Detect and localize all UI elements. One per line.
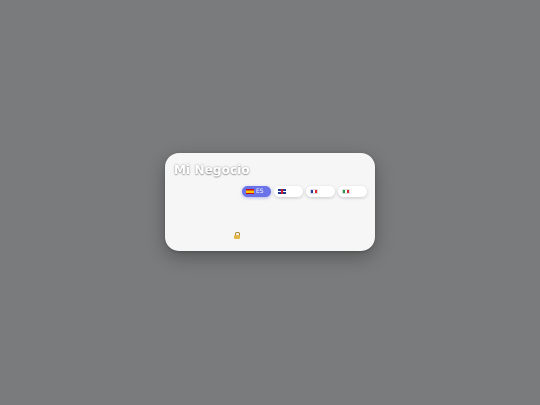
- language-option-fr[interactable]: [306, 186, 335, 197]
- secure-note: [234, 232, 243, 239]
- language-label: ES: [256, 187, 264, 195]
- lock-icon: [234, 232, 240, 239]
- uk-flag-icon: [278, 189, 286, 194]
- language-option-en[interactable]: [274, 186, 303, 197]
- language-selector: ES: [242, 186, 367, 197]
- italy-flag-icon: [342, 189, 350, 194]
- language-option-it[interactable]: [338, 186, 367, 197]
- language-option-es[interactable]: ES: [242, 186, 271, 197]
- france-flag-icon: [310, 189, 318, 194]
- spain-flag-icon: [246, 189, 254, 194]
- brand-title: Mi Negocio: [174, 163, 250, 177]
- language-dialog: Mi Negocio ES: [165, 153, 375, 251]
